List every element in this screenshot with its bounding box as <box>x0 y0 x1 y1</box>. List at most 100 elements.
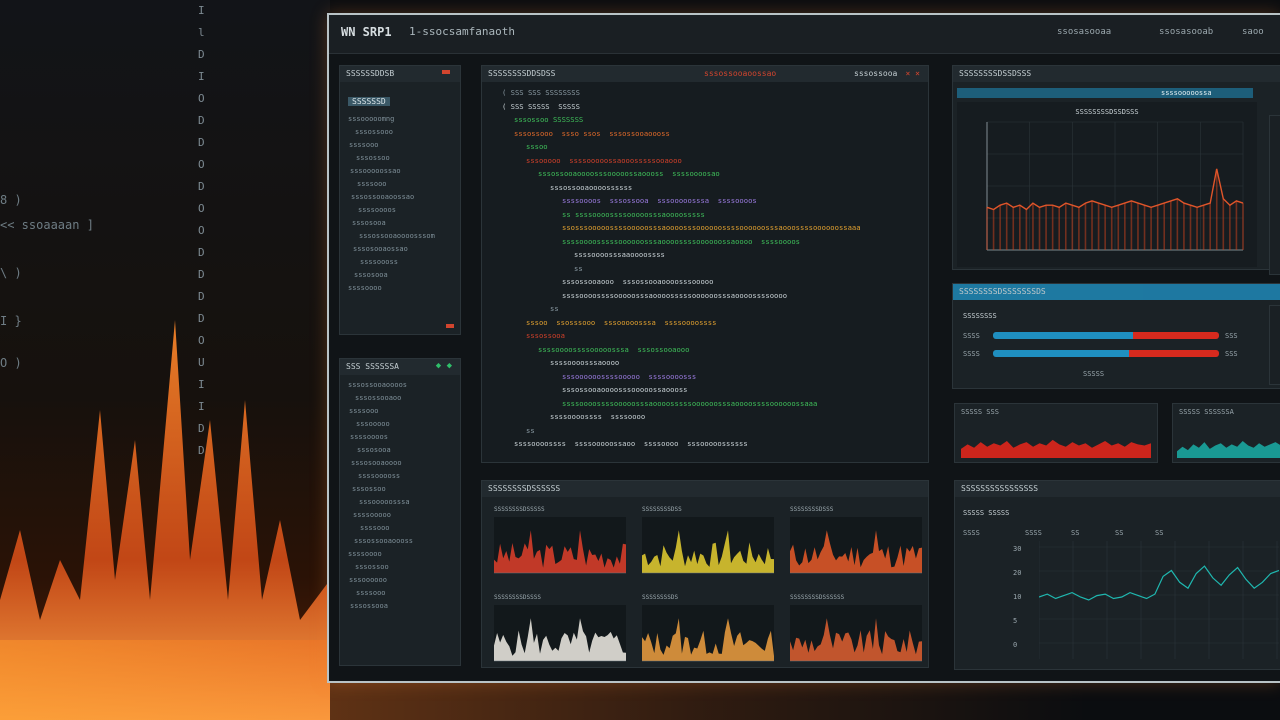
editor-tab[interactable]: sssossooaoossao <box>704 69 776 78</box>
code-text: sssossooaooo sssossooaoooosssooooo <box>562 277 714 286</box>
mini-chart-label: SSSSSSSSDSS <box>642 506 682 513</box>
sync-icon[interactable]: ◆ ◆ <box>436 361 452 371</box>
bg-glyph: D <box>198 136 205 149</box>
main-line-chart: SSSSSSSSDSSDSSS <box>957 102 1257 267</box>
code-text: ssosssooooossssooooosssaoooosssoooooosss… <box>562 223 861 232</box>
bg-glyph: O <box>198 92 205 105</box>
code-line: sssossooaoooosssooooossaoooss <box>490 383 920 397</box>
code-text: ssssoooossss ssssoooo <box>550 412 646 421</box>
chart-grid-header: SSSSSSSSDSSSSSS <box>482 481 928 497</box>
mini-chart-label: SSSSSSSSDSSSS <box>494 594 541 601</box>
sidebar-item[interactable]: sssoooooo <box>348 574 452 587</box>
menu-item[interactable]: ssosasooaa <box>1057 27 1111 37</box>
sidebar-item[interactable]: sssossooaoooss <box>348 535 452 548</box>
bg-glyph: D <box>198 114 205 127</box>
editor-tab[interactable]: sssossooa <box>854 69 897 78</box>
code-text: sssossooa <box>526 331 565 340</box>
progress-fill-red <box>1133 332 1219 339</box>
sidebar-item[interactable]: ssssoooos <box>348 204 452 217</box>
sidebar-item[interactable]: ssssooo <box>348 522 452 535</box>
sidebar-item[interactable]: sssossooaoooosssom <box>348 230 452 243</box>
code-text: sssoo ssosssooo sssooooosssa ssssoooosss… <box>526 317 717 327</box>
code-editor-panel: SSSSSSSSDDSDSS sssossooaoossao sssossooa… <box>481 65 929 463</box>
sidebar-item[interactable]: ssssoooss <box>348 256 452 269</box>
mini-chart-label: SSSSSSSSDSSSSSS <box>790 594 845 601</box>
progress-end-label: SSS <box>1225 350 1238 358</box>
offscreen-panel <box>1269 305 1280 385</box>
sidebar-item[interactable]: sssossooo <box>348 126 452 139</box>
sidebar-item[interactable]: sssossooa <box>348 600 452 613</box>
code-line: sssooooo ssssooooossaooosssssooaooo <box>490 154 920 168</box>
code-text: ssssoooossssooooosssaoooosssssoooooosssa… <box>562 290 788 300</box>
sidebar-item[interactable]: sssosooa <box>348 217 452 230</box>
close-icon[interactable]: × × <box>906 69 920 78</box>
progress-fill-blue <box>993 332 1134 339</box>
area-shape <box>961 439 1151 458</box>
sidebar-item[interactable]: sssossooaoo <box>348 392 452 405</box>
background-left: 8 ) << ssoaaaan ] \ ) I } O ) IlDIODDODO… <box>0 0 330 720</box>
sidebar-item[interactable]: ssssooo <box>348 178 452 191</box>
sidebar-item[interactable]: ssssoooos <box>348 431 452 444</box>
sidebar-item[interactable]: sssooooomng <box>348 113 452 126</box>
code-body[interactable]: ( SSS SSS SSSSSSSS ( SSS SSSSS SSSSS sssos… <box>482 82 928 460</box>
stream-y-label: 5 <box>1013 617 1018 625</box>
stream-title: SSSSSSSSSSSSSSSS <box>961 484 1039 493</box>
progress-bars-title: SSSSSSSSDSSSSSSSDS <box>959 287 1046 296</box>
code-text: sssossoo SSSSSSS <box>514 115 584 124</box>
bg-text: \ ) <box>0 266 22 280</box>
sidebar-item[interactable]: sssossoo <box>348 561 452 574</box>
bg-glyph: O <box>198 202 205 215</box>
sidebar-item[interactable]: ssssoooo <box>348 548 452 561</box>
sidebar-item[interactable]: sssossooaoooos <box>348 379 452 392</box>
code-text: ssssoooosssaaoooossss <box>574 250 665 259</box>
code-line: ss <box>490 302 920 316</box>
sidebar-top-panel: SSSSSSDDSB SSSSSSD sssooooomng sssossooo s… <box>339 65 461 335</box>
sidebar-item[interactable]: sssosooa <box>348 269 452 282</box>
code-line: ssosssooooossssooooosssaoooosssoooooosss… <box>490 221 920 235</box>
sidebar-item[interactable]: sssossoo <box>348 483 452 496</box>
sidebar-item[interactable]: sssosooa <box>348 444 452 457</box>
code-line: ssssoooossss ssssooooossaoo ssssoooo sss… <box>490 437 920 451</box>
sidebar-item[interactable]: sssooooosssa <box>348 496 452 509</box>
active-item-label: SSSSSSD <box>348 97 390 106</box>
mini-chart-label: SSSSSSSSDSSS <box>790 506 834 513</box>
sidebar-active-item[interactable]: SSSSSSD <box>348 89 452 108</box>
mini-charts-grid: SSSSSSSSDSSSSS SSSSSSSSDSS SSSSSSSSDSSSSSS… <box>494 506 922 662</box>
code-text: ss <box>574 263 583 273</box>
mini-chart-label: SSSSSSSSDS <box>642 594 679 601</box>
sidebar-item[interactable]: ssssooo <box>348 139 452 152</box>
status-indicator <box>446 324 454 328</box>
code-text: sssoo <box>526 142 548 151</box>
sidebar-item[interactable]: sssooooossao <box>348 165 452 178</box>
progress-fill-blue <box>993 350 1129 357</box>
code-line: ss <box>490 262 920 276</box>
stream-panel: SSSSSSSSSSSSSSSS SSSSS SSSSS SSSS SSSS SS S… <box>954 480 1280 670</box>
sidebar-item[interactable]: ssssooo <box>348 587 452 600</box>
bg-glyph: D <box>198 268 205 281</box>
red-activity-panel: SSSSS SSS <box>954 403 1158 463</box>
stream-y-label: 0 <box>1013 641 1018 649</box>
sidebar-item[interactable]: ssssooooss <box>348 470 452 483</box>
sidebar-item[interactable]: sssosooaossao <box>348 243 452 256</box>
code-text: sssossooo ssso ssos sssossooaoooss <box>514 128 670 138</box>
code-text: sssossooaoooossssss <box>550 182 633 192</box>
code-text: ssssoooos sssossooa sssooooosssa ssssooo… <box>562 196 757 205</box>
code-line: sssossoo SSSSSSS <box>490 113 920 127</box>
stream-column-label: SSSS <box>1025 529 1042 537</box>
chart-toolbar-label: ssssooooossa <box>1161 89 1212 97</box>
sidebar-item[interactable]: ssssoooo <box>348 282 452 295</box>
sidebar-item[interactable]: sssossoo <box>348 152 452 165</box>
sidebar-item[interactable]: sssooooo <box>348 418 452 431</box>
code-text: ss <box>550 304 559 313</box>
code-line: sssossooaoooosssooooossaoooss ssssoooosa… <box>490 167 920 181</box>
menu-item[interactable]: ssosasooab <box>1159 27 1213 37</box>
sidebar-item[interactable]: ssssooooo <box>348 509 452 522</box>
sidebar-item[interactable]: ssssooo <box>348 405 452 418</box>
offscreen-panel <box>1269 115 1280 275</box>
sidebar-item[interactable]: sssosooaoooo <box>348 457 452 470</box>
sidebar-item[interactable]: sssossooaoossao <box>348 191 452 204</box>
menu-item[interactable]: saoo <box>1242 27 1264 37</box>
code-line: ssssoooos sssossooa sssooooosssa ssssooo… <box>490 194 920 208</box>
code-line: ssssoooossss ssssoooo <box>490 410 920 424</box>
sidebar-top-header: SSSSSSDDSB <box>340 66 460 82</box>
